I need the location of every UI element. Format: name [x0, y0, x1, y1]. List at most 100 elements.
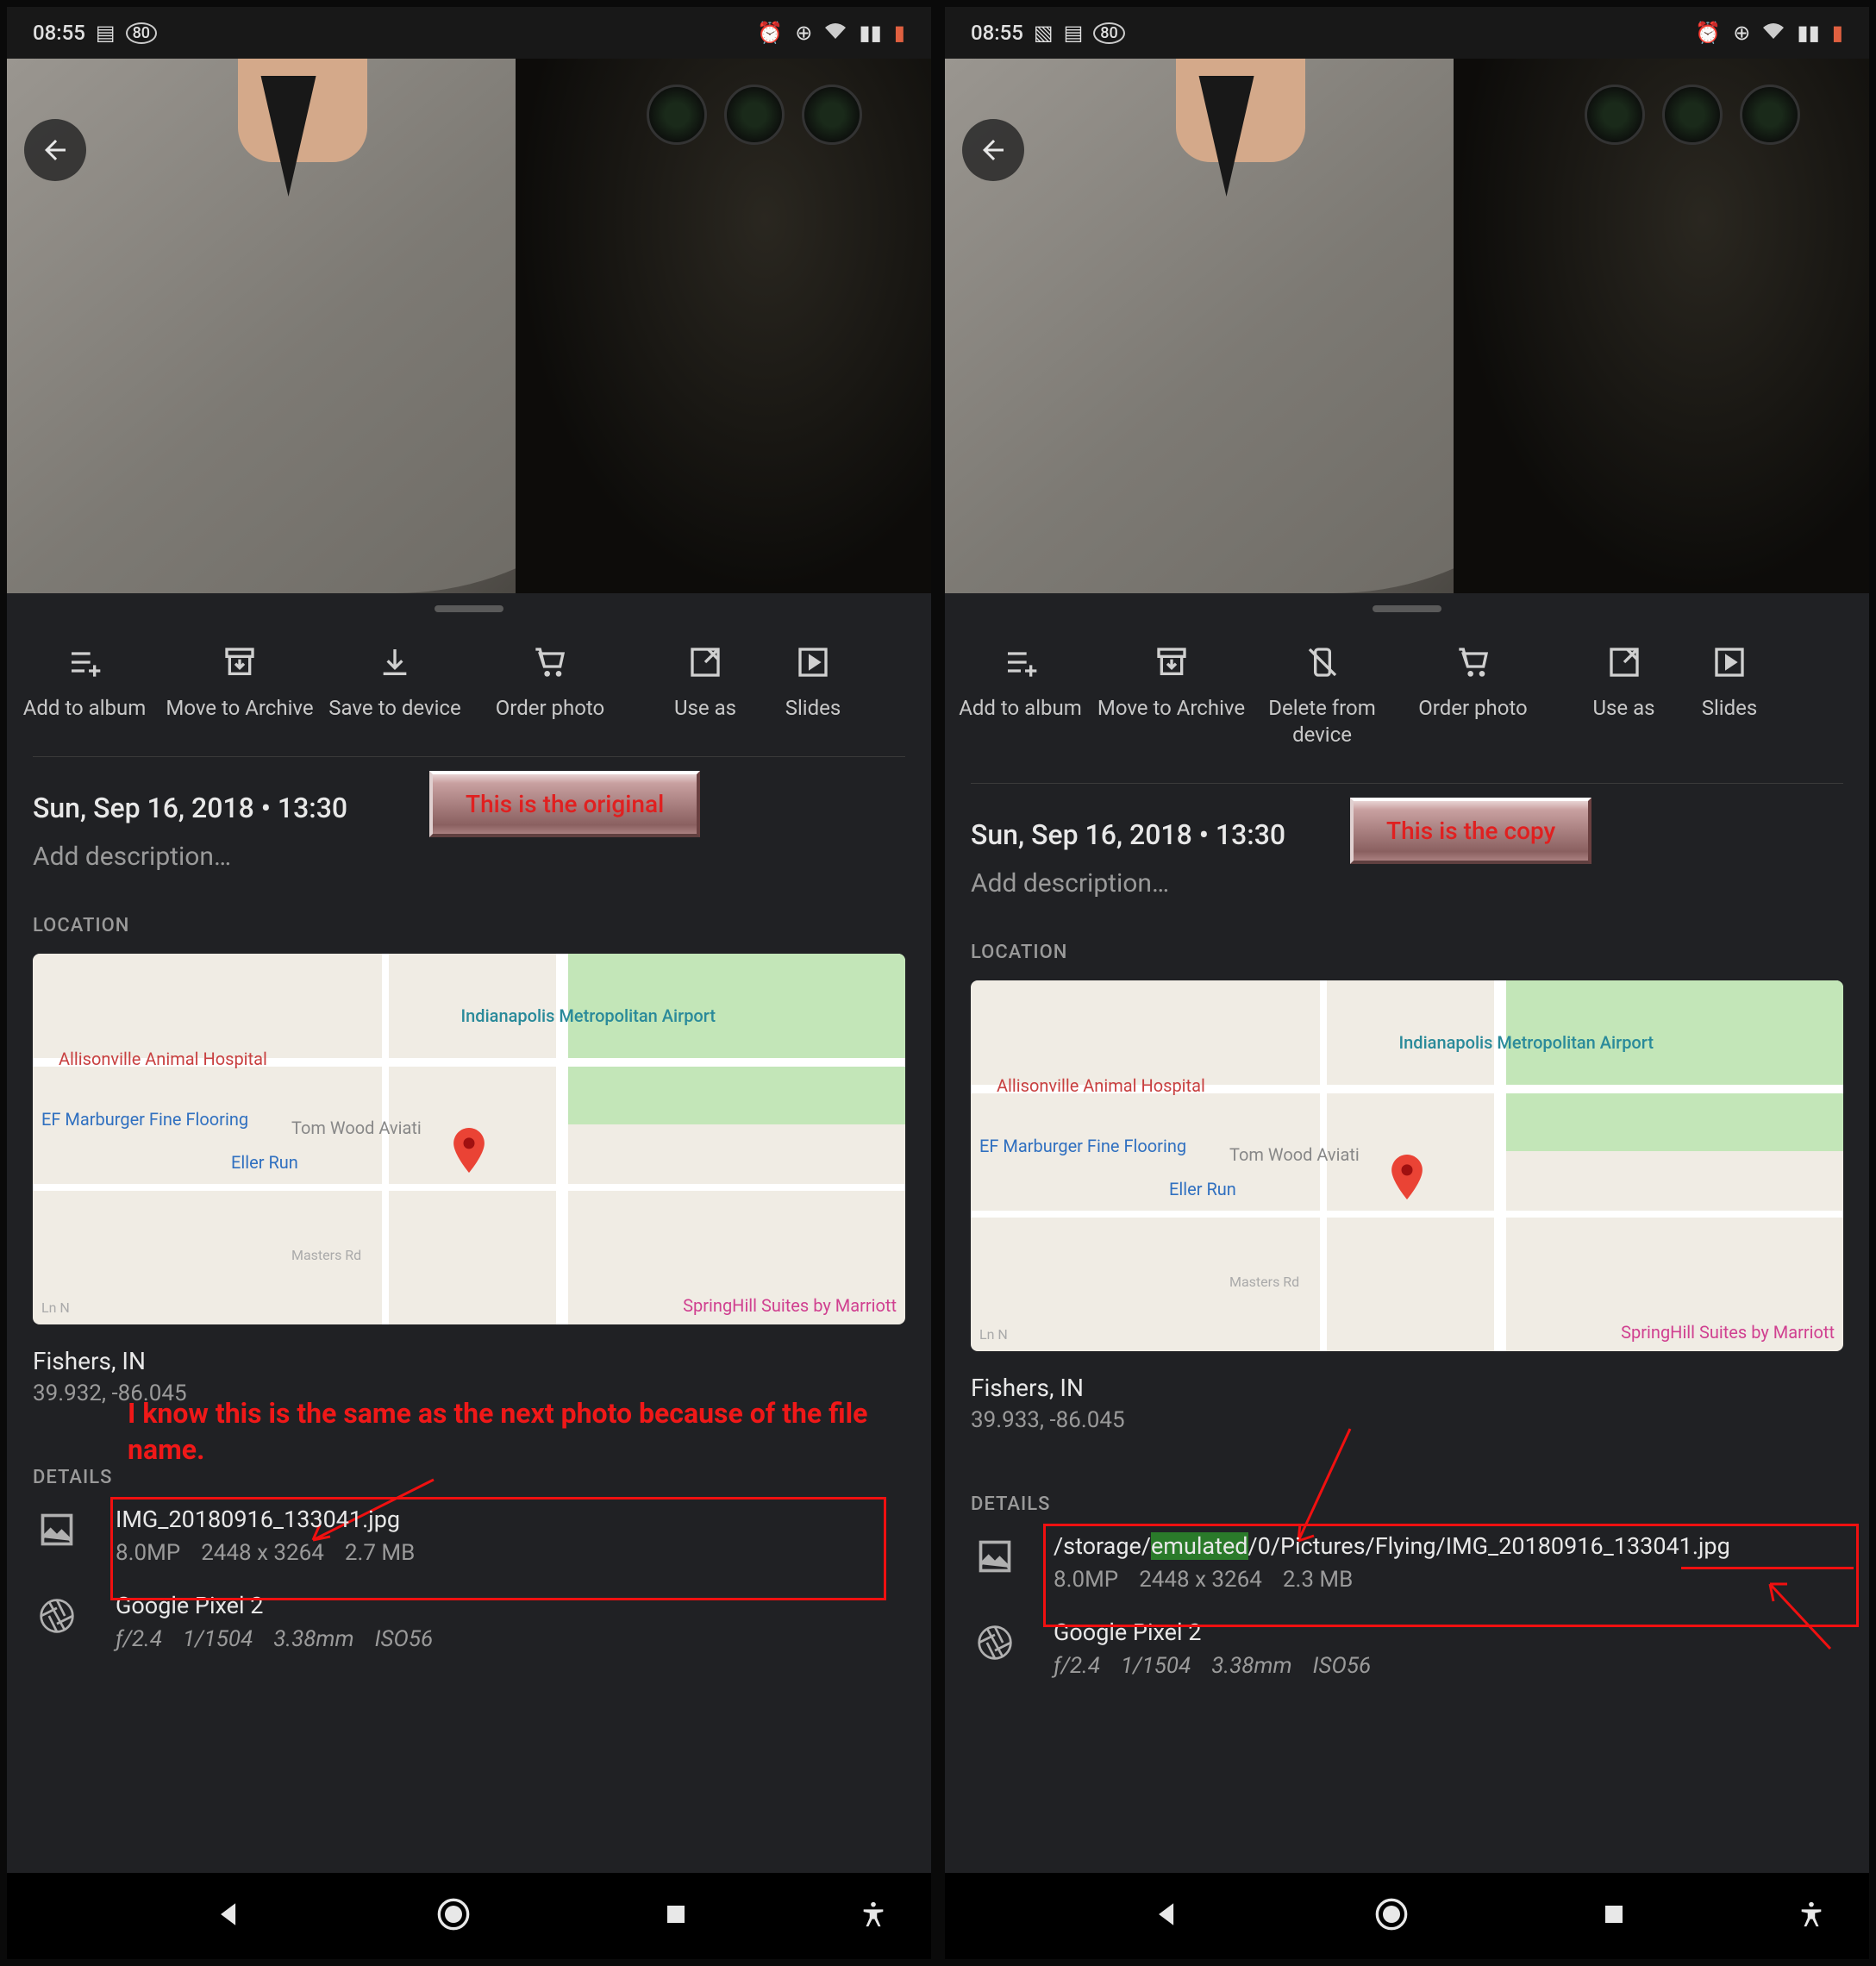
annotation-box — [110, 1497, 886, 1600]
status-bar: 08:55 ▧ ▤ 80 ⏰ ⊕ ▮▮ ▮ — [945, 7, 1869, 59]
status-time: 08:55 — [971, 21, 1023, 45]
image-icon — [33, 1506, 81, 1554]
aperture-icon — [971, 1619, 1019, 1667]
data-saver-icon: ⊕ — [795, 21, 812, 45]
action-delete-device[interactable]: Delete from device — [1247, 642, 1398, 748]
annotation-badge-original: This is the original — [429, 771, 700, 837]
map-pin-icon — [1390, 1155, 1424, 1203]
back-button[interactable] — [24, 119, 86, 181]
action-use-as[interactable]: Use as — [1548, 642, 1699, 748]
info-sheet: Add to album Move to Archive Save to dev… — [7, 593, 931, 1873]
location-map[interactable]: Indianapolis Metropolitan Airport Alliso… — [33, 954, 905, 1324]
alarm-icon: ⏰ — [757, 21, 783, 45]
battery-percent: 80 — [126, 22, 157, 44]
map-airport: Indianapolis Metropolitan Airport — [1399, 1032, 1654, 1053]
camera-stats: ƒ/2.41/15043.38mmISO56 — [1054, 1653, 1843, 1679]
nav-accessibility-button[interactable] — [1797, 1900, 1826, 1932]
nav-back-button[interactable] — [1153, 1900, 1182, 1932]
wifi-icon — [1762, 21, 1785, 45]
annotation-underline — [1681, 1567, 1854, 1569]
use-as-icon — [628, 642, 783, 683]
action-row: Add to album Move to Archive Save to dev… — [7, 624, 931, 730]
location-header: LOCATION — [945, 898, 1869, 980]
annotation-text: I know this is the same as the next phot… — [128, 1396, 886, 1468]
phone-original: 08:55 ▤ 80 ⏰ ⊕ ▮▮ ▮ Add to album — [7, 7, 931, 1959]
action-slideshow[interactable]: Slides — [1699, 642, 1760, 748]
nav-home-button[interactable] — [1374, 1897, 1409, 1935]
map-poi: Eller Run — [1169, 1179, 1236, 1199]
action-use-as[interactable]: Use as — [628, 642, 783, 722]
map-poi: Ln N — [979, 1326, 1008, 1343]
slideshow-icon — [1699, 642, 1760, 683]
back-button[interactable] — [962, 119, 1024, 181]
battery-icon: ▮ — [1832, 21, 1843, 45]
description-input[interactable]: Add description… — [971, 868, 1843, 898]
use-as-icon — [1548, 642, 1699, 683]
photo-preview[interactable] — [7, 59, 931, 593]
message-icon: ▤ — [1064, 21, 1084, 45]
action-order-photo[interactable]: Order photo — [472, 642, 628, 722]
map-poi: Masters Rd — [1229, 1274, 1299, 1290]
location-coords: 39.933, -86.045 — [971, 1407, 1843, 1433]
location-header: LOCATION — [7, 872, 931, 954]
cart-icon — [1398, 642, 1548, 683]
archive-icon — [1096, 642, 1247, 683]
add-to-album-icon — [7, 642, 162, 683]
map-airport: Indianapolis Metropolitan Airport — [461, 1005, 716, 1026]
map-poi: Tom Wood Aviati — [1229, 1144, 1360, 1165]
wifi-icon — [824, 21, 847, 45]
nav-back-button[interactable] — [215, 1900, 244, 1932]
nav-bar — [7, 1873, 931, 1959]
camera-detail-row: Google Pixel 2 ƒ/2.41/15043.38mmISO56 — [7, 1592, 931, 1678]
nav-accessibility-button[interactable] — [859, 1900, 888, 1932]
battery-icon: ▮ — [894, 21, 905, 45]
map-poi: SpringHill Suites by Marriott — [683, 1295, 897, 1316]
info-sheet: Add to album Move to Archive Delete from… — [945, 593, 1869, 1873]
annotation-box — [1043, 1524, 1859, 1627]
action-add-to-album[interactable]: Add to album — [7, 642, 162, 722]
action-add-to-album[interactable]: Add to album — [945, 642, 1096, 748]
map-poi: Masters Rd — [291, 1247, 361, 1263]
nav-recents-button[interactable] — [663, 1901, 689, 1931]
photo-preview[interactable] — [945, 59, 1869, 593]
status-time: 08:55 — [33, 21, 85, 45]
action-archive[interactable]: Move to Archive — [1096, 642, 1247, 748]
camera-detail-row: Google Pixel 2 ƒ/2.41/15043.38mmISO56 — [945, 1619, 1869, 1705]
archive-icon — [162, 642, 317, 683]
alarm-icon: ⏰ — [1695, 21, 1721, 45]
slideshow-icon — [783, 642, 843, 683]
download-icon — [317, 642, 472, 683]
map-poi: EF Marburger Fine Flooring — [979, 1136, 1186, 1156]
nav-bar — [945, 1873, 1869, 1959]
cart-icon — [472, 642, 628, 683]
nav-home-button[interactable] — [436, 1897, 471, 1935]
message-icon: ▤ — [96, 21, 116, 45]
camera-stats: ƒ/2.41/15043.38mmISO56 — [116, 1626, 905, 1652]
aperture-icon — [33, 1592, 81, 1640]
battery-percent: 80 — [1093, 22, 1124, 44]
data-saver-icon: ⊕ — [1733, 21, 1750, 45]
location-map[interactable]: Indianapolis Metropolitan Airport Alliso… — [971, 980, 1843, 1351]
image-icon — [971, 1532, 1019, 1581]
drag-handle[interactable] — [435, 605, 503, 612]
action-archive[interactable]: Move to Archive — [162, 642, 317, 722]
signal-icon: ▮▮ — [1797, 21, 1819, 45]
add-to-album-icon — [945, 642, 1096, 683]
description-input[interactable]: Add description… — [33, 842, 905, 872]
action-save-device[interactable]: Save to device — [317, 642, 472, 722]
location-city: Fishers, IN — [33, 1347, 905, 1375]
action-row: Add to album Move to Archive Delete from… — [945, 624, 1869, 757]
drag-handle[interactable] — [1373, 605, 1441, 612]
action-slideshow[interactable]: Slides — [783, 642, 843, 722]
nav-recents-button[interactable] — [1601, 1901, 1627, 1931]
map-poi: Eller Run — [231, 1152, 298, 1173]
annotation-arrow-icon — [1757, 1575, 1843, 1653]
signal-icon: ▮▮ — [859, 21, 881, 45]
status-bar: 08:55 ▤ 80 ⏰ ⊕ ▮▮ ▮ — [7, 7, 931, 59]
action-order-photo[interactable]: Order photo — [1398, 642, 1548, 748]
delete-device-icon — [1247, 642, 1398, 683]
location-city: Fishers, IN — [971, 1374, 1843, 1402]
map-poi: Tom Wood Aviati — [291, 1118, 422, 1138]
annotation-badge-copy: This is the copy — [1350, 798, 1591, 864]
map-poi: Allisonville Animal Hospital — [997, 1075, 1205, 1096]
